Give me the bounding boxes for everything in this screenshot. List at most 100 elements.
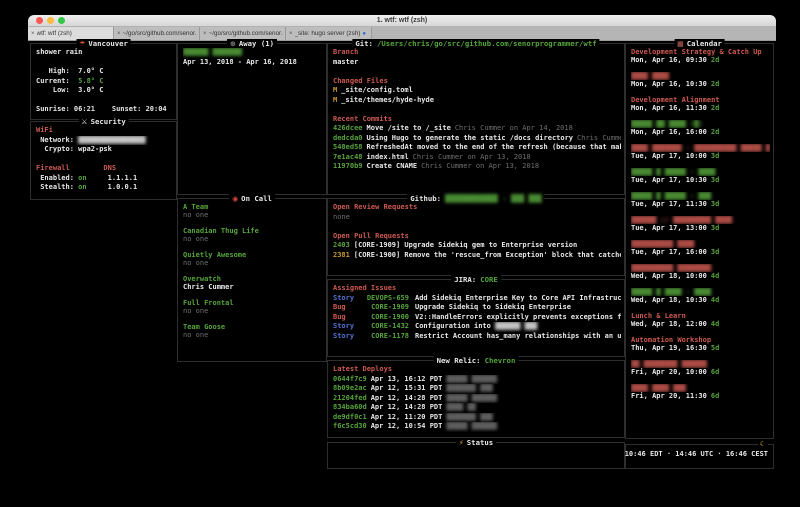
close-tab-icon[interactable]: × [31,31,35,37]
pr-number: 2403 [333,241,350,249]
event-countdown: 2d [711,104,719,112]
commit-meta: Chris Cummer [577,134,621,142]
event-time: Tue, Apr 17, 13:00 [631,224,707,232]
event-title: Lunch & Learn [631,312,686,320]
crypto-line: Crypto: wpa2-psk [36,145,112,153]
panel-title: Security [91,117,126,126]
event-title: ██████████ ████████ [631,264,711,272]
tab-label: ~/go/src/github.com/senor... [209,30,282,37]
close-tab-icon[interactable]: × [117,31,121,37]
github-repo-redacted: ████████████ - ███ ███ [445,194,542,203]
deploy-row: f6c5cd30Apr 12, 10:54 PDT█████ ██████ [333,422,621,432]
event-countdown: 2d [711,56,719,64]
swords-icon: ⚔ [81,118,87,126]
deploy-author-redacted: ███████ ███ [446,413,492,421]
issue-summary: V2::HandleErrors explicitly prevents exc… [415,313,621,321]
deploy-author-redacted: █████ ██████ [446,394,497,402]
weather-sun-times: Sunrise: 06:21 Sunset: 20:04 [36,105,167,113]
window-title: 1. wtf: wtf (zsh) [28,16,776,25]
issue-type: Story [333,332,363,342]
event-countdown: 6d [711,392,719,400]
panel-title: Vancouver [88,39,128,48]
issue-key: DEVOPS-659 [363,294,409,304]
dns-secondary: 1.0.0.1 [87,183,138,191]
panel-title: Github: [410,194,441,203]
team-person: no one [183,211,208,219]
network-label: Network: [36,136,78,144]
commit-meta: Chris Cummer on Apr 13, 2018 [421,162,539,170]
deploy-time: Apr 12, 14:28 PDT [371,394,443,402]
commit-meta: Chris Cummer on Apr 13, 2018 [413,153,531,161]
review-requests-header: Open Review Requests [333,203,417,211]
review-requests-none: none [333,213,350,221]
file-status: M [333,96,337,104]
commit-hash: 548ed58 [333,143,363,151]
team-name: A Team [183,203,208,211]
weather-low: Low: 3.0° C [36,86,103,94]
commit-row: 7e1ac48index.htmlChris Cummer on Apr 13,… [333,153,621,163]
commit-hash: dedcda0 [333,134,363,142]
branch-name: master [333,58,358,66]
event-title: ████ ████ [631,72,669,80]
clocks-panel: ☾ 10:46 EDT · 14:46 UTC · 16:46 CEST [625,444,774,469]
deploy-author-redacted: █████ ██████ [446,422,497,430]
commit-row: 426dceeMove /site to /_siteChris Cummer … [333,124,621,134]
issue-summary: Add Sidekiq Enterprise Key to Core API I… [415,294,621,302]
window-titlebar[interactable]: 1. wtf: wtf (zsh) [28,15,776,27]
deploy-hash: 8b09e2ac [333,384,367,392]
event-countdown: 3d [711,248,719,256]
network-value-redacted: ████████████████ [78,136,145,144]
event-title: █████ █ ████ - ████ [631,288,711,296]
file-status: M [333,86,337,94]
issue-type: Story [333,322,363,332]
event-time: Wed, Apr 18, 12:00 [631,320,707,328]
team-person: no one [183,331,208,339]
panel-title: New Relic: [437,356,481,365]
newrelic-panel: New Relic:Chevron Latest Deploys 0644f7c… [327,360,625,438]
event-title: ████ ███████ - ██████████ █████ █ [631,144,770,152]
event-title: ██████ // █████████ ████ [631,216,732,224]
issue-summary: Restrict Account has_many relationships … [415,332,621,340]
event-countdown: 3d [711,176,719,184]
jira-project: CORE [480,275,498,284]
close-tab-icon[interactable]: × [289,31,293,37]
event-title: ██ ████████ ██████ [631,360,707,368]
panel-title: On Call [241,194,272,203]
terminal-window: 1. wtf: wtf (zsh) × wtf: wtf (zsh) × ~/g… [28,15,776,502]
event-countdown: 3d [711,224,719,232]
team-name: Canadian Thug Life [183,227,259,235]
issue-row: StoryCORE-1178Restrict Account has_many … [333,332,621,342]
newrelic-app: Chevron [485,356,516,365]
event-countdown: 6d [711,368,719,376]
event-time: Wed, Apr 18, 10:30 [631,296,707,304]
commit-message: index.html [367,153,409,161]
issue-row: StoryCORE-1432Configuration into ██████ … [333,322,621,332]
tab-label: wtf: wtf (zsh) [37,30,72,37]
changed-files-header: Changed Files [333,77,388,85]
close-tab-icon[interactable]: × [203,31,207,37]
pull-request-row: 2403[CORE-1909] Upgrade Sidekiq gem to E… [333,241,621,251]
enabled-label: Enabled: [36,174,78,182]
team-name: Quietly Awesome [183,251,246,259]
oncall-panel: ◉On Call A Team no one Canadian Thug Lif… [177,198,327,362]
event-time: Mon, Apr 16, 11:30 [631,104,707,112]
deploy-row: 834ba60dApr 12, 14:28 PDT████ ██ [333,403,621,413]
commit-message: Using Hugo to generate the static /docs … [367,134,574,142]
event-title: ██████████ ████ [631,240,694,248]
event-time: Tue, Apr 17, 11:30 [631,200,707,208]
enabled-value: on [78,174,86,182]
issue-key: CORE-1900 [363,313,409,323]
commit-message: Create CNAME [367,162,418,170]
event-countdown: 3d [711,152,719,160]
recent-commits-header: Recent Commits [333,115,392,123]
event-title: ████ ████ ███ [631,384,686,392]
deploy-author-redacted: █████ ██████ [446,375,497,383]
event-countdown: 5d [711,344,719,352]
team-name: Team Goose [183,323,225,331]
stealth-value: on [78,183,86,191]
deploy-time: Apr 13, 16:12 PDT [371,375,443,383]
commit-row: 548ed58RefreshedAt moved to the end of t… [333,143,621,153]
event-countdown: 4d [711,296,719,304]
event-time: Fri, Apr 20, 10:00 [631,368,707,376]
commit-hash: 426dcee [333,124,363,132]
